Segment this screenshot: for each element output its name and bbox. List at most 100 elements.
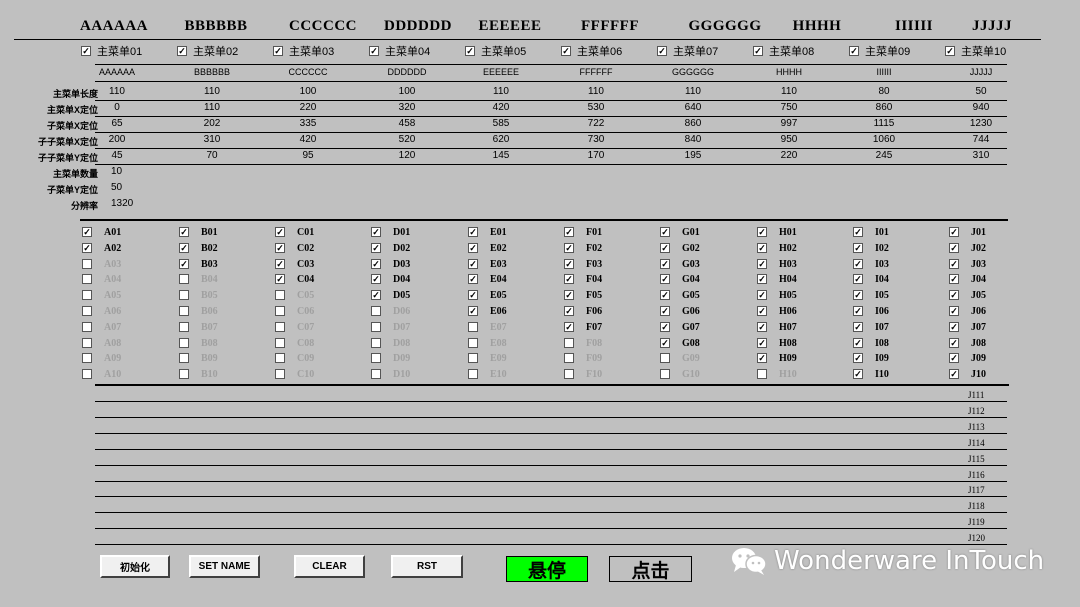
checkbox[interactable]: ✓ (371, 290, 381, 300)
submenu-checkbox[interactable]: ✓ I09 (853, 351, 889, 365)
checkbox[interactable] (757, 369, 767, 379)
checkbox[interactable]: ✓ (660, 259, 670, 269)
submenu-checkbox[interactable]: C09 (275, 351, 314, 365)
checkbox[interactable]: ✓ (82, 243, 92, 253)
checkbox[interactable] (275, 306, 285, 316)
checkbox[interactable] (371, 322, 381, 332)
checkbox[interactable]: ✓ (371, 227, 381, 237)
submenu-checkbox[interactable]: A03 (82, 257, 121, 271)
checkbox[interactable]: ✓ (949, 274, 959, 284)
submenu-checkbox[interactable]: ✓ J03 (949, 257, 986, 271)
submenu-checkbox[interactable]: ✓ E05 (468, 288, 507, 302)
checkbox[interactable]: ✓ (660, 322, 670, 332)
checkbox[interactable] (371, 353, 381, 363)
checkbox[interactable]: ✓ (853, 290, 863, 300)
submenu-checkbox[interactable]: A08 (82, 336, 121, 350)
submenu-checkbox[interactable]: ✓ E01 (468, 225, 507, 239)
submenu-checkbox[interactable]: ✓ G03 (660, 257, 700, 271)
submenu-checkbox[interactable]: ✓ I08 (853, 336, 889, 350)
checkbox[interactable]: ✓ (468, 274, 478, 284)
submenu-checkbox[interactable]: C05 (275, 288, 314, 302)
checkbox[interactable]: ✓ (853, 306, 863, 316)
checkbox[interactable]: ✓ (949, 338, 959, 348)
submenu-checkbox[interactable]: ✓ H02 (757, 241, 797, 255)
submenu-checkbox[interactable]: ✓ I10 (853, 367, 889, 381)
checkbox[interactable]: ✓ (273, 46, 283, 56)
submenu-checkbox[interactable]: ✓ I07 (853, 320, 889, 334)
submenu-checkbox[interactable]: ✓ J02 (949, 241, 986, 255)
checkbox[interactable]: ✓ (853, 274, 863, 284)
submenu-checkbox[interactable]: B04 (179, 272, 218, 286)
checkbox[interactable] (179, 369, 189, 379)
submenu-checkbox[interactable]: ✓ E03 (468, 257, 507, 271)
submenu-checkbox[interactable]: C08 (275, 336, 314, 350)
submenu-checkbox[interactable]: A09 (82, 351, 121, 365)
checkbox[interactable] (275, 338, 285, 348)
checkbox[interactable]: ✓ (179, 243, 189, 253)
submenu-checkbox[interactable]: ✓ H09 (757, 351, 797, 365)
checkbox[interactable]: ✓ (660, 290, 670, 300)
submenu-checkbox[interactable]: ✓ H04 (757, 272, 797, 286)
checkbox[interactable]: ✓ (564, 322, 574, 332)
checkbox[interactable]: ✓ (757, 274, 767, 284)
checkbox[interactable]: ✓ (369, 46, 379, 56)
submenu-checkbox[interactable]: E09 (468, 351, 507, 365)
checkbox[interactable]: ✓ (465, 46, 475, 56)
submenu-checkbox[interactable]: ✓ G02 (660, 241, 700, 255)
checkbox[interactable]: ✓ (853, 322, 863, 332)
submenu-checkbox[interactable]: D06 (371, 304, 410, 318)
checkbox[interactable] (468, 369, 478, 379)
checkbox[interactable] (82, 353, 92, 363)
checkbox[interactable]: ✓ (757, 306, 767, 316)
submenu-checkbox[interactable]: ✓ B03 (179, 257, 218, 271)
checkbox[interactable]: ✓ (849, 46, 859, 56)
checkbox[interactable]: ✓ (179, 259, 189, 269)
submenu-checkbox[interactable]: E07 (468, 320, 507, 334)
submenu-checkbox[interactable]: ✓ G08 (660, 336, 700, 350)
checkbox[interactable]: ✓ (853, 243, 863, 253)
submenu-checkbox[interactable]: ✓ F01 (564, 225, 602, 239)
checkbox[interactable]: ✓ (179, 227, 189, 237)
checkbox[interactable] (660, 369, 670, 379)
submenu-checkbox[interactable]: C10 (275, 367, 314, 381)
submenu-checkbox[interactable]: G09 (660, 351, 700, 365)
main-menu-checkbox[interactable]: ✓ 主菜单01 (81, 44, 142, 58)
submenu-checkbox[interactable]: F10 (564, 367, 602, 381)
checkbox[interactable]: ✓ (564, 274, 574, 284)
submenu-checkbox[interactable]: A06 (82, 304, 121, 318)
rst-button[interactable]: RST (391, 555, 463, 578)
checkbox[interactable]: ✓ (853, 369, 863, 379)
checkbox[interactable] (179, 274, 189, 284)
checkbox[interactable]: ✓ (753, 46, 763, 56)
checkbox[interactable]: ✓ (853, 259, 863, 269)
checkbox[interactable]: ✓ (275, 259, 285, 269)
submenu-checkbox[interactable]: ✓ H06 (757, 304, 797, 318)
checkbox[interactable]: ✓ (371, 259, 381, 269)
submenu-checkbox[interactable]: ✓ F05 (564, 288, 602, 302)
submenu-checkbox[interactable]: ✓ D04 (371, 272, 410, 286)
submenu-checkbox[interactable]: ✓ H08 (757, 336, 797, 350)
checkbox[interactable]: ✓ (853, 227, 863, 237)
submenu-checkbox[interactable]: ✓ C01 (275, 225, 314, 239)
main-menu-checkbox[interactable]: ✓ 主菜单06 (561, 44, 622, 58)
checkbox[interactable] (275, 290, 285, 300)
submenu-checkbox[interactable]: ✓ F07 (564, 320, 602, 334)
main-menu-checkbox[interactable]: ✓ 主菜单10 (945, 44, 1006, 58)
checkbox[interactable]: ✓ (949, 290, 959, 300)
checkbox[interactable] (82, 259, 92, 269)
submenu-checkbox[interactable]: B05 (179, 288, 218, 302)
checkbox[interactable] (82, 369, 92, 379)
submenu-checkbox[interactable]: F09 (564, 351, 602, 365)
checkbox[interactable] (564, 338, 574, 348)
submenu-checkbox[interactable]: ✓ G07 (660, 320, 700, 334)
submenu-checkbox[interactable]: ✓ C04 (275, 272, 314, 286)
submenu-checkbox[interactable]: ✓ G04 (660, 272, 700, 286)
checkbox[interactable]: ✓ (853, 338, 863, 348)
submenu-checkbox[interactable]: ✓ H01 (757, 225, 797, 239)
checkbox[interactable]: ✓ (468, 243, 478, 253)
checkbox[interactable]: ✓ (657, 46, 667, 56)
submenu-checkbox[interactable]: B07 (179, 320, 218, 334)
submenu-checkbox[interactable]: ✓ H03 (757, 257, 797, 271)
submenu-checkbox[interactable]: C07 (275, 320, 314, 334)
checkbox[interactable] (468, 322, 478, 332)
